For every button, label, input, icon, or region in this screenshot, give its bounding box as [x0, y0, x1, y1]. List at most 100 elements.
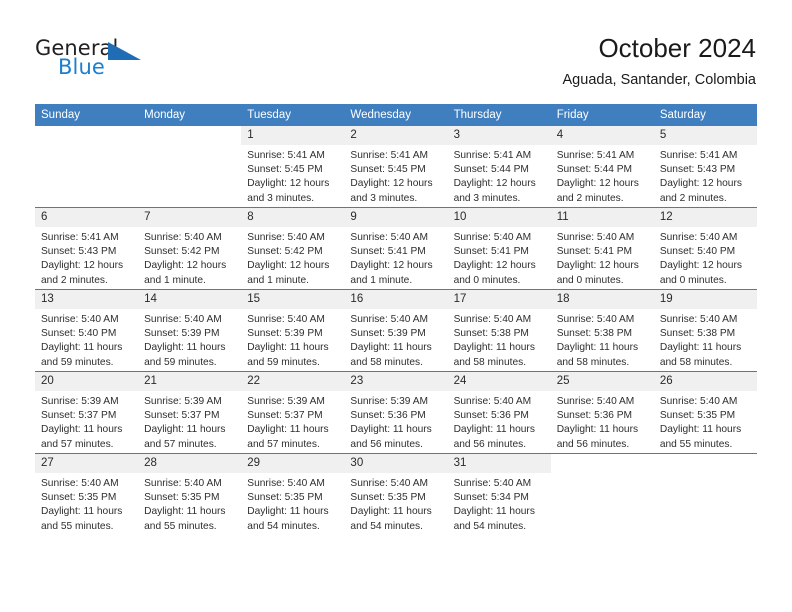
daylight-text-line1: Daylight: 12 hours — [453, 178, 536, 190]
day-details: Sunrise: 5:40 AM Sunset: 5:39 PM Daylight:… — [241, 309, 344, 370]
daylight-text-line2: and 58 minutes. — [659, 356, 733, 368]
daylight-text-line2: and 0 minutes. — [659, 274, 727, 286]
calendar-week-row: 1 Sunrise: 5:41 AM Sunset: 5:45 PM Daylight… — [35, 126, 757, 208]
day-number: 25 — [550, 372, 654, 391]
sunset-text: Sunset: 5:42 PM — [144, 246, 220, 258]
calendar-day-cell[interactable]: 9 Sunrise: 5:40 AM Sunset: 5:41 PM Daylight… — [344, 207, 448, 290]
calendar-day-cell[interactable]: 11 Sunrise: 5:40 AM Sunset: 5:41 PM Dayligh… — [550, 207, 654, 290]
calendar-day-cell[interactable]: 21 Sunrise: 5:39 AM Sunset: 5:37 PM Dayligh… — [138, 371, 242, 454]
day-number: 21 — [138, 372, 242, 391]
day-details: Sunrise: 5:40 AM Sunset: 5:35 PM Daylight:… — [138, 473, 241, 534]
daylight-text-line1: Daylight: 12 hours — [247, 178, 330, 190]
day-number: 6 — [35, 208, 139, 227]
calendar-day-cell[interactable]: 2 Sunrise: 5:41 AM Sunset: 5:45 PM Daylight… — [344, 126, 448, 208]
daylight-text-line2: and 54 minutes. — [453, 520, 527, 532]
day-details: Sunrise: 5:41 AM Sunset: 5:44 PM Daylight:… — [448, 145, 551, 206]
day-number: 27 — [35, 454, 139, 473]
calendar-day-cell[interactable]: 3 Sunrise: 5:41 AM Sunset: 5:44 PM Daylight… — [447, 126, 551, 208]
calendar-day-cell[interactable]: 7 Sunrise: 5:40 AM Sunset: 5:42 PM Daylight… — [138, 207, 242, 290]
calendar-page: General Blue October 2024 Aguada, Santan… — [0, 0, 792, 612]
calendar-day-cell[interactable]: 28 Sunrise: 5:40 AM Sunset: 5:35 PM Dayligh… — [138, 453, 242, 535]
calendar-day-cell[interactable]: 30 Sunrise: 5:40 AM Sunset: 5:35 PM Dayligh… — [344, 453, 448, 535]
calendar-day-cell[interactable]: 29 Sunrise: 5:40 AM Sunset: 5:35 PM Dayligh… — [241, 453, 345, 535]
day-details: Sunrise: 5:40 AM Sunset: 5:42 PM Daylight:… — [241, 227, 344, 288]
day-details: Sunrise: 5:40 AM Sunset: 5:35 PM Daylight:… — [344, 473, 447, 534]
calendar-day-cell[interactable]: 31 Sunrise: 5:40 AM Sunset: 5:34 PM Dayligh… — [447, 453, 551, 535]
triangle-icon — [108, 42, 141, 60]
weekday-header-friday: Friday — [550, 104, 654, 126]
day-number: 22 — [241, 372, 345, 391]
daylight-text-line1: Daylight: 11 hours — [41, 342, 123, 354]
calendar-day-cell[interactable]: 13 Sunrise: 5:40 AM Sunset: 5:40 PM Dayligh… — [35, 289, 139, 372]
calendar-day-cell[interactable]: 8 Sunrise: 5:40 AM Sunset: 5:42 PM Daylight… — [241, 207, 345, 290]
sunrise-text: Sunrise: 5:40 AM — [247, 314, 325, 325]
calendar-day-cell[interactable]: 16 Sunrise: 5:40 AM Sunset: 5:39 PM Dayligh… — [344, 289, 448, 372]
daylight-text-line2: and 59 minutes. — [247, 356, 320, 368]
calendar-week-row: 27 Sunrise: 5:40 AM Sunset: 5:35 PM Dayligh… — [35, 453, 757, 535]
page-subtitle: Aguada, Santander, Colombia — [562, 72, 756, 88]
daylight-text-line1: Daylight: 12 hours — [350, 260, 433, 272]
weekday-header-sunday: Sunday — [35, 104, 139, 126]
weekday-header-monday: Monday — [138, 104, 242, 126]
sunset-text: Sunset: 5:35 PM — [247, 492, 323, 504]
calendar-day-cell[interactable]: 26 Sunrise: 5:40 AM Sunset: 5:35 PM Dayligh… — [653, 371, 757, 454]
sunrise-text: Sunrise: 5:40 AM — [453, 314, 532, 325]
calendar-day-cell[interactable]: 17 Sunrise: 5:40 AM Sunset: 5:38 PM Dayligh… — [447, 289, 551, 372]
daylight-text-line2: and 58 minutes. — [453, 356, 527, 368]
calendar-day-cell[interactable]: 12 Sunrise: 5:40 AM Sunset: 5:40 PM Dayligh… — [653, 207, 757, 290]
calendar-day-cell[interactable]: 1 Sunrise: 5:41 AM Sunset: 5:45 PM Daylight… — [241, 126, 345, 208]
day-number — [138, 126, 241, 145]
sunset-text: Sunset: 5:38 PM — [659, 328, 736, 340]
daylight-text-line2: and 58 minutes. — [556, 356, 630, 368]
sunrise-text: Sunrise: 5:41 AM — [247, 150, 325, 161]
daylight-text-line2: and 56 minutes. — [453, 438, 527, 450]
day-details: Sunrise: 5:40 AM Sunset: 5:38 PM Daylight:… — [448, 309, 551, 370]
sunset-text: Sunset: 5:36 PM — [350, 410, 426, 422]
day-details: Sunrise: 5:41 AM Sunset: 5:44 PM Daylight:… — [551, 145, 654, 206]
daylight-text-line1: Daylight: 11 hours — [247, 342, 329, 354]
daylight-text-line1: Daylight: 12 hours — [453, 260, 536, 272]
calendar-day-cell[interactable]: 18 Sunrise: 5:40 AM Sunset: 5:38 PM Dayligh… — [550, 289, 654, 372]
daylight-text-line1: Daylight: 12 hours — [659, 260, 742, 272]
calendar-day-cell[interactable]: 25 Sunrise: 5:40 AM Sunset: 5:36 PM Dayligh… — [550, 371, 654, 454]
calendar-week-row: 13 Sunrise: 5:40 AM Sunset: 5:40 PM Dayligh… — [35, 289, 757, 372]
day-details: Sunrise: 5:41 AM Sunset: 5:43 PM Daylight:… — [35, 227, 138, 288]
calendar-header-row: Sunday Monday Tuesday Wednesday Thursday… — [35, 104, 757, 126]
sunrise-text: Sunrise: 5:40 AM — [453, 396, 532, 407]
day-number: 16 — [344, 290, 448, 309]
daylight-text-line1: Daylight: 12 hours — [144, 260, 227, 272]
day-number: 28 — [138, 454, 242, 473]
calendar-day-cell[interactable]: 20 Sunrise: 5:39 AM Sunset: 5:37 PM Dayligh… — [35, 371, 139, 454]
sunrise-text: Sunrise: 5:40 AM — [41, 478, 119, 489]
day-number: 31 — [447, 454, 551, 473]
sunset-text: Sunset: 5:45 PM — [350, 164, 426, 176]
calendar-day-cell[interactable]: 6 Sunrise: 5:41 AM Sunset: 5:43 PM Daylight… — [35, 207, 139, 290]
calendar-day-cell[interactable]: 14 Sunrise: 5:40 AM Sunset: 5:39 PM Dayligh… — [138, 289, 242, 372]
calendar-day-cell[interactable]: 4 Sunrise: 5:41 AM Sunset: 5:44 PM Daylight… — [550, 126, 654, 208]
daylight-text-line1: Daylight: 11 hours — [144, 506, 226, 518]
calendar-day-cell[interactable]: 24 Sunrise: 5:40 AM Sunset: 5:36 PM Dayligh… — [447, 371, 551, 454]
day-number: 23 — [344, 372, 448, 391]
calendar-day-cell-empty — [550, 453, 654, 535]
calendar-day-cell[interactable]: 23 Sunrise: 5:39 AM Sunset: 5:36 PM Dayligh… — [344, 371, 448, 454]
day-number — [35, 126, 138, 145]
sunset-text: Sunset: 5:35 PM — [350, 492, 426, 504]
calendar-day-cell[interactable]: 27 Sunrise: 5:40 AM Sunset: 5:35 PM Dayligh… — [35, 453, 139, 535]
calendar-day-cell[interactable]: 15 Sunrise: 5:40 AM Sunset: 5:39 PM Dayligh… — [241, 289, 345, 372]
calendar-day-cell[interactable]: 22 Sunrise: 5:39 AM Sunset: 5:37 PM Dayligh… — [241, 371, 345, 454]
day-number: 26 — [653, 372, 757, 391]
daylight-text-line1: Daylight: 11 hours — [247, 424, 329, 436]
calendar-day-cell[interactable]: 5 Sunrise: 5:41 AM Sunset: 5:43 PM Daylight… — [653, 126, 757, 208]
daylight-text-line1: Daylight: 11 hours — [556, 424, 639, 436]
day-details: Sunrise: 5:40 AM Sunset: 5:39 PM Daylight:… — [344, 309, 447, 370]
daylight-text-line2: and 59 minutes. — [144, 356, 217, 368]
sunset-text: Sunset: 5:39 PM — [247, 328, 323, 340]
sunset-text: Sunset: 5:45 PM — [247, 164, 323, 176]
logo-text-blue: Blue — [58, 55, 105, 79]
calendar-day-cell[interactable]: 19 Sunrise: 5:40 AM Sunset: 5:38 PM Dayligh… — [653, 289, 757, 372]
day-number: 3 — [447, 126, 551, 145]
day-number: 1 — [241, 126, 345, 145]
daylight-text-line2: and 2 minutes. — [659, 192, 727, 204]
sunset-text: Sunset: 5:35 PM — [659, 410, 736, 422]
calendar-day-cell[interactable]: 10 Sunrise: 5:40 AM Sunset: 5:41 PM Dayligh… — [447, 207, 551, 290]
